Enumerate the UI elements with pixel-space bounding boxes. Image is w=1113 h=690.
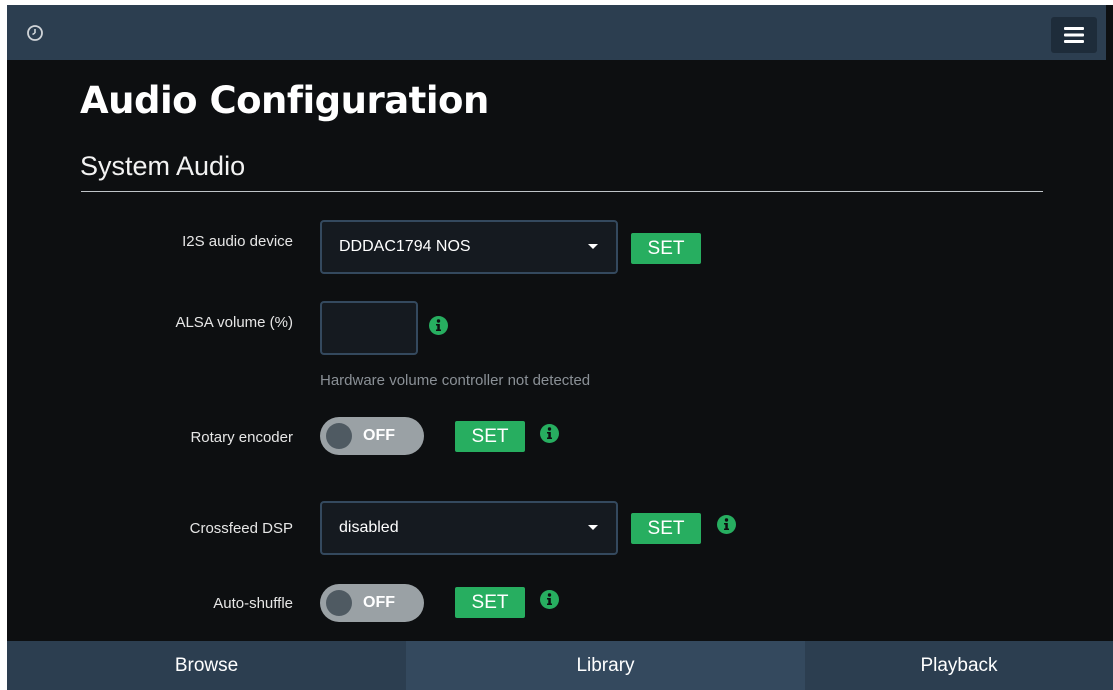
info-icon[interactable]: [540, 424, 559, 443]
rotary-set-button[interactable]: SET: [455, 421, 525, 452]
tab-library[interactable]: Library: [406, 641, 805, 690]
tab-playback[interactable]: Playback: [805, 641, 1113, 690]
clock-icon[interactable]: [26, 24, 44, 42]
info-icon[interactable]: [429, 316, 448, 335]
toggle-knob: [326, 590, 352, 616]
bottom-nav: Browse Library Playback: [7, 641, 1113, 690]
auto-shuffle-set-button[interactable]: SET: [455, 587, 525, 618]
rotary-encoder-label: Rotary encoder: [190, 429, 293, 446]
hamburger-menu-icon: [1064, 27, 1084, 43]
section-divider: [81, 191, 1043, 192]
crossfeed-dsp-select[interactable]: disabled: [320, 501, 618, 555]
toggle-knob: [326, 423, 352, 449]
crossfeed-dsp-value: disabled: [339, 519, 399, 536]
rotary-encoder-toggle[interactable]: OFF: [320, 417, 424, 455]
menu-button[interactable]: [1051, 17, 1097, 53]
alsa-volume-input[interactable]: [320, 301, 418, 355]
section-title: System Audio: [80, 151, 246, 181]
info-icon[interactable]: [717, 515, 736, 534]
caret-down-icon: [588, 525, 598, 530]
crossfeed-dsp-label: Crossfeed DSP: [189, 520, 293, 537]
page-title: Audio Configuration: [80, 79, 489, 122]
tab-browse[interactable]: Browse: [7, 641, 406, 690]
top-bar: [7, 5, 1106, 60]
alsa-volume-help-text: Hardware volume controller not detected: [320, 372, 591, 389]
caret-down-icon: [588, 244, 598, 249]
auto-shuffle-toggle[interactable]: OFF: [320, 584, 424, 622]
i2s-device-label: I2S audio device: [182, 233, 293, 250]
app-frame: Audio Configuration System Audio I2S aud…: [7, 5, 1113, 690]
info-icon[interactable]: [540, 590, 559, 609]
alsa-volume-label: ALSA volume (%): [175, 314, 293, 331]
auto-shuffle-label: Auto-shuffle: [213, 595, 293, 612]
i2s-device-select[interactable]: DDDAC1794 NOS: [320, 220, 618, 274]
toggle-state: OFF: [363, 427, 395, 444]
i2s-set-button[interactable]: SET: [631, 233, 701, 264]
crossfeed-set-button[interactable]: SET: [631, 513, 701, 544]
i2s-device-value: DDDAC1794 NOS: [339, 238, 471, 255]
toggle-state: OFF: [363, 594, 395, 611]
